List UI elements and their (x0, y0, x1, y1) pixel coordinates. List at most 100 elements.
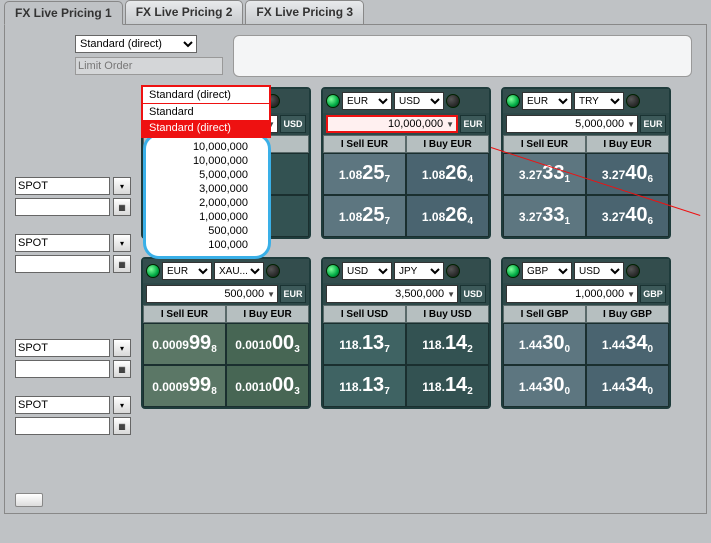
tab-fx2[interactable]: FX Live Pricing 2 (125, 0, 244, 24)
spot-cal-4[interactable]: ▦ (113, 417, 131, 435)
card-1-0-sell2[interactable]: 0.0009998 (143, 365, 226, 407)
card-1-1-sell2[interactable]: 118.137 (323, 365, 406, 407)
card-0-2-ccy1[interactable]: EUR (522, 92, 572, 110)
card-1-2-ccy2[interactable]: USD (574, 262, 624, 280)
card-1-0-buy2[interactable]: 0.0010003 (226, 365, 309, 407)
spot-value-4[interactable] (15, 396, 110, 414)
card-0-2-amount[interactable]: 5,000,000▼ (506, 115, 638, 133)
card-0-2-sell-hdr: I Sell EUR (503, 135, 586, 153)
spot-column: ▾ ▦ ▾ ▦ ▾ ▦ ▾ ▦ (15, 87, 135, 435)
card-0-2-sell2[interactable]: 3.27331 (503, 195, 586, 237)
amt-opt-6[interactable]: 500,000 (146, 224, 268, 238)
card-1-2-sell-hdr: I Sell GBP (503, 305, 586, 323)
card-0-1-sell2[interactable]: 1.08257 (323, 195, 406, 237)
card-1-2-buy[interactable]: 1.44340 (586, 323, 669, 365)
card-1-1-buy[interactable]: 118.142 (406, 323, 489, 365)
spot-cal-2[interactable]: ▦ (113, 255, 131, 273)
card-1-1-amtccy[interactable]: USD (460, 285, 486, 303)
card-0-1-led (326, 94, 340, 108)
card-1-0-sell-hdr: I Sell EUR (143, 305, 226, 323)
card-0-2-ccy2[interactable]: TRY (574, 92, 624, 110)
tab-fx1[interactable]: FX Live Pricing 1 (4, 1, 123, 25)
card-0-1-buy[interactable]: 1.08264 (406, 153, 489, 195)
spot-box-1: ▾ ▦ (15, 177, 135, 216)
spot-box-4: ▾ ▦ (15, 396, 135, 435)
top-mode-select[interactable]: Standard (direct) (75, 35, 197, 53)
card-1-0-ccy1[interactable]: EUR (162, 262, 212, 280)
card-0-1-ccy2[interactable]: USD (394, 92, 444, 110)
card-1-2-buy2[interactable]: 1.44340 (586, 365, 669, 407)
red-opt-standard-direct[interactable]: Standard (direct) (143, 120, 269, 136)
amt-opt-4[interactable]: 2,000,000 (146, 196, 268, 210)
card-0-2-buy-hdr: I Buy EUR (586, 135, 669, 153)
card-1-0-led2[interactable] (266, 264, 280, 278)
spot-aux-2[interactable] (15, 255, 110, 273)
card-1-2: GBP USD 1,000,000▼ GBP I Sell GBP I Buy … (501, 257, 671, 409)
spot-dd-1[interactable]: ▾ (113, 177, 131, 195)
card-1-1-led2[interactable] (446, 264, 460, 278)
spot-aux-4[interactable] (15, 417, 110, 435)
card-0-2-led (506, 94, 520, 108)
card-0-1-buy2[interactable]: 1.08264 (406, 195, 489, 237)
card-1-2-sell2[interactable]: 1.44300 (503, 365, 586, 407)
card-1-2-led2[interactable] (626, 264, 640, 278)
card-0-1-ccy1[interactable]: EUR (342, 92, 392, 110)
tabs-bar: FX Live Pricing 1 FX Live Pricing 2 FX L… (4, 0, 711, 24)
card-1-1-ccy2[interactable]: JPY (394, 262, 444, 280)
spot-value-2[interactable] (15, 234, 110, 252)
card-0-0-amtccy[interactable]: USD (280, 115, 306, 133)
red-mode-select[interactable]: Standard (direct) Standard Standard (dir… (141, 85, 271, 138)
card-0-1-led2[interactable] (446, 94, 460, 108)
spot-cal-1[interactable]: ▦ (113, 198, 131, 216)
amt-opt-1[interactable]: 10,000,000 (146, 154, 268, 168)
card-1-2-ccy1[interactable]: GBP (522, 262, 572, 280)
status-tray-icon[interactable] (15, 493, 43, 507)
spot-box-2: ▾ ▦ (15, 234, 135, 273)
spot-dd-2[interactable]: ▾ (113, 234, 131, 252)
card-0-1-amount[interactable]: 10,000,000▼ (326, 115, 458, 133)
card-1-0-buy[interactable]: 0.0010003 (226, 323, 309, 365)
card-1-2-buy-hdr: I Buy GBP (586, 305, 669, 323)
card-1-1-amount[interactable]: 3,500,000▼ (326, 285, 458, 303)
card-0-1-amtccy[interactable]: EUR (460, 115, 486, 133)
card-0-1-sell-hdr: I Sell EUR (323, 135, 406, 153)
spot-aux-1[interactable] (15, 198, 110, 216)
spot-box-3: ▾ ▦ (15, 339, 135, 378)
card-1-0-amount[interactable]: 500,000▼ (146, 285, 278, 303)
card-0-1: EUR USD 10,000,000▼ EUR I Sell EUR I Buy… (321, 87, 491, 239)
card-1-1-buy2[interactable]: 118.142 (406, 365, 489, 407)
red-sel-display[interactable]: Standard (direct) (143, 87, 269, 104)
card-1-0-sell[interactable]: 0.0009998 (143, 323, 226, 365)
card-0-2-buy[interactable]: 3.27406 (586, 153, 669, 195)
amt-opt-2[interactable]: 5,000,000 (146, 168, 268, 182)
card-1-1-ccy1[interactable]: USD (342, 262, 392, 280)
amt-opt-0[interactable]: 10,000,000 (146, 140, 268, 154)
card-1-0-buy-hdr: I Buy EUR (226, 305, 309, 323)
card-0-2-amtccy[interactable]: EUR (640, 115, 666, 133)
spot-value-3[interactable] (15, 339, 110, 357)
card-1-0: EUR XAU... 500,000▼ EUR I Sell EUR I Buy… (141, 257, 311, 409)
card-1-2-amount[interactable]: 1,000,000▼ (506, 285, 638, 303)
card-1-0-ccy2[interactable]: XAU... (214, 262, 264, 280)
amt-opt-3[interactable]: 3,000,000 (146, 182, 268, 196)
card-0-2-led2[interactable] (626, 94, 640, 108)
card-1-0-amtccy[interactable]: EUR (280, 285, 306, 303)
amt-opt-7[interactable]: 100,000 (146, 238, 268, 252)
spot-dd-3[interactable]: ▾ (113, 339, 131, 357)
spot-value-1[interactable] (15, 177, 110, 195)
top-output-box (233, 35, 692, 77)
card-1-2-sell[interactable]: 1.44300 (503, 323, 586, 365)
tab-fx3[interactable]: FX Live Pricing 3 (245, 0, 364, 24)
card-1-1-sell[interactable]: 118.137 (323, 323, 406, 365)
blue-amount-list[interactable]: 10,000,000 10,000,000 5,000,000 3,000,00… (143, 133, 271, 259)
card-1-1-buy-hdr: I Buy USD (406, 305, 489, 323)
spot-cal-3[interactable]: ▦ (113, 360, 131, 378)
spot-aux-3[interactable] (15, 360, 110, 378)
card-1-1: USD JPY 3,500,000▼ USD I Sell USD I Buy … (321, 257, 491, 409)
card-0-1-sell[interactable]: 1.08257 (323, 153, 406, 195)
card-1-2-amtccy[interactable]: GBP (640, 285, 666, 303)
red-opt-standard[interactable]: Standard (143, 104, 269, 120)
spot-dd-4[interactable]: ▾ (113, 396, 131, 414)
amt-opt-5[interactable]: 1,000,000 (146, 210, 268, 224)
card-1-1-sell-hdr: I Sell USD (323, 305, 406, 323)
